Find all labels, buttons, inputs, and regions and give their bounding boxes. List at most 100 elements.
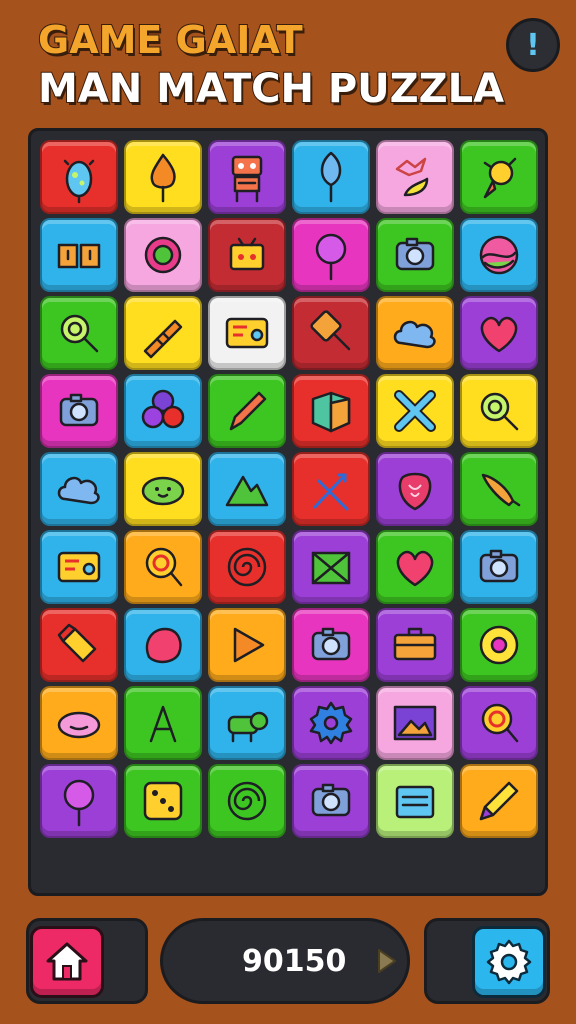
camera-icon: [59, 393, 99, 427]
tile-mountain[interactable]: [208, 452, 286, 526]
camera-icon: [395, 237, 435, 271]
tile-play[interactable]: [208, 608, 286, 682]
tile-rocket[interactable]: [460, 140, 538, 214]
camera-icon: [479, 549, 519, 583]
tile-cloud[interactable]: [376, 296, 454, 370]
heart-icon: [396, 550, 434, 587]
tile-rocket-pop[interactable]: [124, 296, 202, 370]
tile-slime[interactable]: [124, 452, 202, 526]
tile-easel[interactable]: [124, 686, 202, 760]
tile-flame[interactable]: [124, 140, 202, 214]
lollipop-icon: [145, 547, 183, 587]
tile-picture[interactable]: [376, 686, 454, 760]
gift-box-icon: [229, 237, 265, 271]
tile-lollipop[interactable]: [124, 530, 202, 604]
tile-spiral[interactable]: [208, 764, 286, 838]
tile-camera[interactable]: [40, 374, 118, 448]
tile-balloon[interactable]: [292, 218, 370, 292]
flame-icon: [150, 153, 176, 203]
tile-balloon[interactable]: [40, 764, 118, 838]
home-icon: [46, 942, 88, 981]
camera-icon: [311, 627, 351, 661]
cloud-icon: [393, 320, 436, 349]
tile-briefcase[interactable]: [376, 608, 454, 682]
tile-cube[interactable]: [292, 374, 370, 448]
tile-robot[interactable]: [208, 140, 286, 214]
arrows-icon: [313, 473, 349, 511]
tile-envelope[interactable]: [292, 530, 370, 604]
tile-cloud[interactable]: [40, 452, 118, 526]
briefcase-icon: [393, 627, 437, 661]
ball-icon: [479, 235, 519, 275]
tile-spiral[interactable]: [208, 530, 286, 604]
tile-dice[interactable]: [124, 764, 202, 838]
tile-folder[interactable]: [376, 764, 454, 838]
tile-camera[interactable]: [460, 530, 538, 604]
tile-boxes[interactable]: [40, 218, 118, 292]
spiral-icon: [227, 547, 267, 587]
card-icon: [57, 551, 101, 583]
score-value: 90150: [242, 944, 347, 979]
tile-robot-dog[interactable]: [208, 686, 286, 760]
bird-icon: [395, 157, 429, 197]
tile-magnifier[interactable]: [40, 296, 118, 370]
crayon-icon: [57, 623, 97, 663]
tile-berries[interactable]: [124, 374, 202, 448]
tile-camera[interactable]: [292, 764, 370, 838]
tile-camera[interactable]: [376, 218, 454, 292]
card-icon: [225, 317, 269, 349]
tile-bird[interactable]: [376, 140, 454, 214]
tile-heart[interactable]: [460, 296, 538, 370]
ice-pop-icon: [320, 151, 342, 203]
tile-marker[interactable]: [460, 764, 538, 838]
cube-icon: [311, 391, 351, 433]
boxes-icon: [57, 243, 101, 269]
tile-paddle[interactable]: [292, 296, 370, 370]
envelope-icon: [311, 551, 351, 585]
sun-gear-icon: [144, 236, 182, 274]
tile-heart[interactable]: [376, 530, 454, 604]
home-button[interactable]: [30, 926, 104, 998]
easel-icon: [149, 705, 177, 743]
tile-egg[interactable]: [40, 140, 118, 214]
tile-ball[interactable]: [460, 218, 538, 292]
tile-lollipop[interactable]: [460, 686, 538, 760]
gear-icon: [486, 939, 532, 985]
tile-ice-pop[interactable]: [292, 140, 370, 214]
tile-tools[interactable]: [376, 374, 454, 448]
tile-card[interactable]: [208, 296, 286, 370]
tile-magnifier[interactable]: [460, 374, 538, 448]
strawberry-icon: [398, 472, 432, 511]
cloud-icon: [57, 476, 100, 505]
tile-gift-box[interactable]: [208, 218, 286, 292]
tile-arrows[interactable]: [292, 452, 370, 526]
tile-sun-gear[interactable]: [124, 218, 202, 292]
play-icon: [233, 627, 265, 663]
tile-carrot[interactable]: [460, 452, 538, 526]
tools-icon: [394, 390, 436, 432]
tile-pencil[interactable]: [208, 374, 286, 448]
info-button[interactable]: !: [506, 18, 560, 72]
tile-crayon[interactable]: [40, 608, 118, 682]
camera-icon: [311, 783, 351, 817]
dice-icon: [143, 781, 183, 821]
tile-donut[interactable]: [460, 608, 538, 682]
settings-button[interactable]: [472, 926, 546, 998]
rocket-pop-icon: [143, 319, 183, 359]
tile-card[interactable]: [40, 530, 118, 604]
tile-strawberry[interactable]: [376, 452, 454, 526]
tile-gear[interactable]: [292, 686, 370, 760]
spiral-icon: [227, 781, 267, 821]
gear-icon: [309, 701, 353, 745]
play-arrow-icon[interactable]: [376, 947, 398, 975]
donut-icon: [479, 625, 519, 665]
egg-icon: [63, 159, 95, 204]
rocket-icon: [483, 157, 517, 199]
tile-blob[interactable]: [124, 608, 202, 682]
blob-icon: [145, 627, 182, 664]
pencil-icon: [229, 391, 267, 431]
tile-camera[interactable]: [292, 608, 370, 682]
marker-icon: [479, 781, 519, 821]
tile-jelly-bean[interactable]: [40, 686, 118, 760]
info-icon: !: [526, 27, 540, 63]
